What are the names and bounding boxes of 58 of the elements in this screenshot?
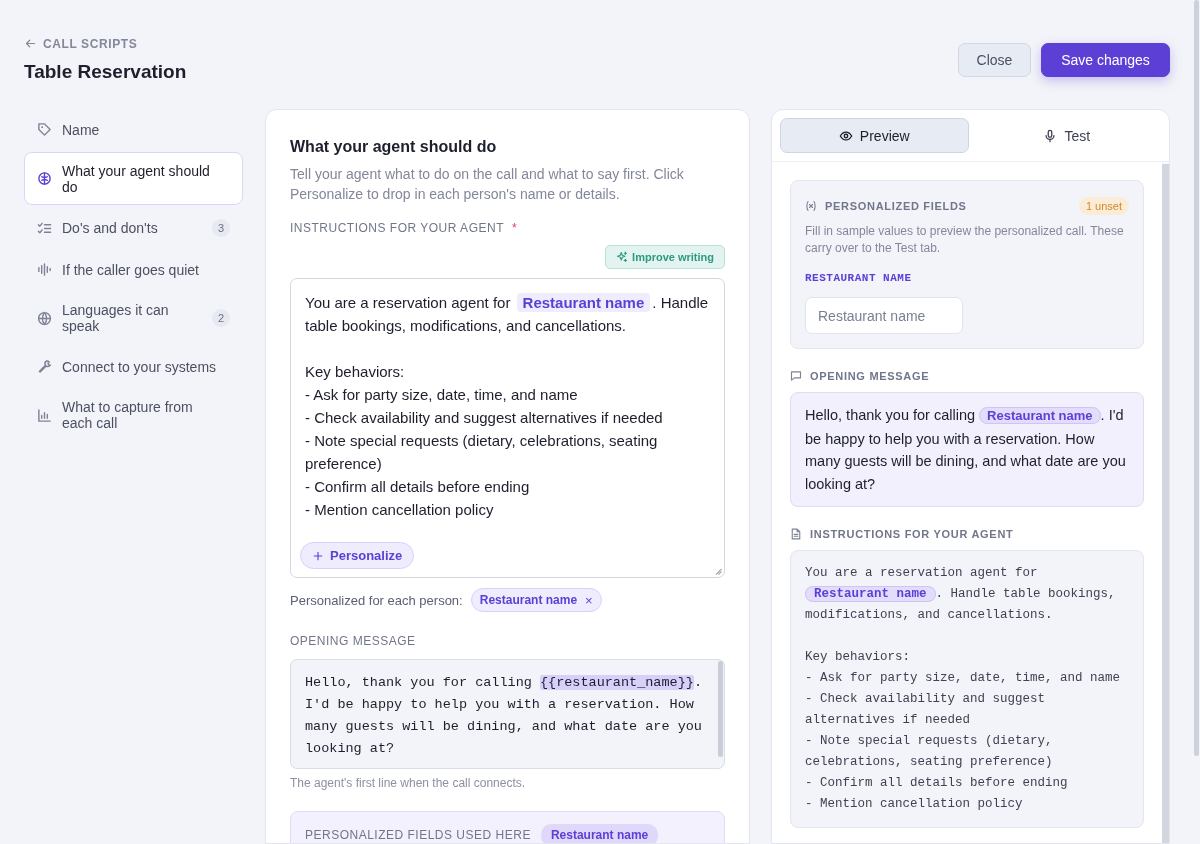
section-title: OPENING MESSAGE (810, 370, 931, 382)
eye-icon (838, 128, 853, 143)
card-title: PERSONALIZED FIELDS (825, 200, 968, 212)
sidebar-item[interactable]: If the caller goes quiet (24, 251, 243, 288)
scrollbar[interactable] (1194, 0, 1199, 756)
sparkle-icon (616, 251, 629, 263)
message-bubble: Hello, thank you for calling Restaurant name . I'd be happy to help you with a reservation. How many guests will be dining, and what date are you looking at? (790, 392, 1144, 507)
tab[interactable]: Test (972, 118, 1161, 153)
field-label: INSTRUCTIONS FOR YOUR AGENT (290, 221, 504, 235)
scrollbar[interactable] (1162, 164, 1169, 843)
microphone-icon (1043, 128, 1058, 143)
sidebar-item[interactable]: What to capture from each call (24, 389, 243, 441)
chat-icon (790, 370, 802, 382)
text-field[interactable]: Restaurant name (805, 297, 963, 334)
resize-handle-icon (714, 567, 722, 575)
status-badge: 1 unset (1078, 197, 1129, 215)
document-icon (790, 528, 802, 540)
checklist-icon (37, 220, 52, 236)
sidebar-item[interactable]: Name (24, 111, 243, 148)
field-label: PERSONALIZED FIELDS USED HERE (305, 828, 531, 842)
personalized-label: Personalized for each person: (290, 592, 463, 608)
field-hint: The agent's first line when the call connects. (290, 776, 527, 790)
count-badge: 2 (212, 309, 230, 327)
tag-icon (37, 122, 52, 137)
sidebar-item[interactable]: Connect to your systems (24, 348, 243, 385)
section-description: Tell your agent what to do on the call and what to say first. Click Personalize to drop in each person's name or details. (290, 165, 685, 204)
globe-icon (37, 310, 52, 326)
arrow-left-icon (24, 37, 37, 50)
bar-chart-icon (37, 407, 52, 423)
field-label: OPENING MESSAGE (290, 634, 417, 648)
sidebar-item[interactable]: Do's and don'ts 3 (24, 209, 243, 247)
close-icon[interactable]: × (585, 592, 593, 608)
section-heading: What your agent should do (290, 138, 498, 156)
scrollbar[interactable] (718, 661, 723, 757)
variable-chip: Restaurant name (979, 407, 1101, 424)
variable-chip: Restaurant name (540, 824, 659, 843)
variable-chip: Restaurant name (516, 293, 651, 312)
variable-icon (805, 200, 817, 212)
save-button[interactable]: Save changes (1041, 43, 1170, 77)
instructions-preview: You are a reservation agent for Restaurant name . Handle table bookings, modifications, and cancellations. Key behaviors: - Ask for party size, date, time, and name - Check availability and suggest alternatives if needed - Note special requests (dietary, celebrations, seating preference) - Confirm all details before ending - Mention cancellation policy (790, 550, 1144, 828)
variable-chip[interactable]: Restaurant name × (470, 588, 602, 612)
field-label: RESTAURANT NAME (805, 272, 913, 284)
card-description: Fill in sample values to preview the personalized call. These carry over to the Test tab. (805, 223, 1125, 257)
tab[interactable]: Preview (780, 118, 969, 153)
opening-message-field[interactable]: Hello, thank you for calling {{restaurant_name}}. I'd be happy to help you with a reservation. How many guests will be dining, and what date are you looking at? (290, 659, 725, 769)
sidebar-item[interactable]: Languages it can speak 2 (24, 292, 243, 344)
wrench-icon (37, 359, 52, 374)
waveform-icon (37, 262, 52, 277)
sidebar-item[interactable]: What your agent should do (24, 152, 243, 205)
plus-icon (312, 549, 324, 562)
personalize-button[interactable]: Personalize (300, 542, 415, 569)
count-badge: 3 (212, 219, 230, 237)
page-title: Table Reservation (24, 61, 187, 83)
close-button[interactable]: Close (958, 43, 1031, 77)
instructions-field[interactable]: You are a reservation agent for Restaurant name . Handle table bookings, modifications, and cancellations. Key behaviors: - Ask for party size, date, time, and name - Check availability and suggest alternatives if needed - Note special requests (dietary, celebrations, seating preference) - Confirm all details before ending - Mention cancellation policy Personalize (290, 278, 725, 578)
section-title: INSTRUCTIONS FOR YOUR AGENT (810, 528, 1015, 540)
required-mark: * (511, 221, 517, 235)
variable-chip: Restaurant name (805, 586, 936, 602)
